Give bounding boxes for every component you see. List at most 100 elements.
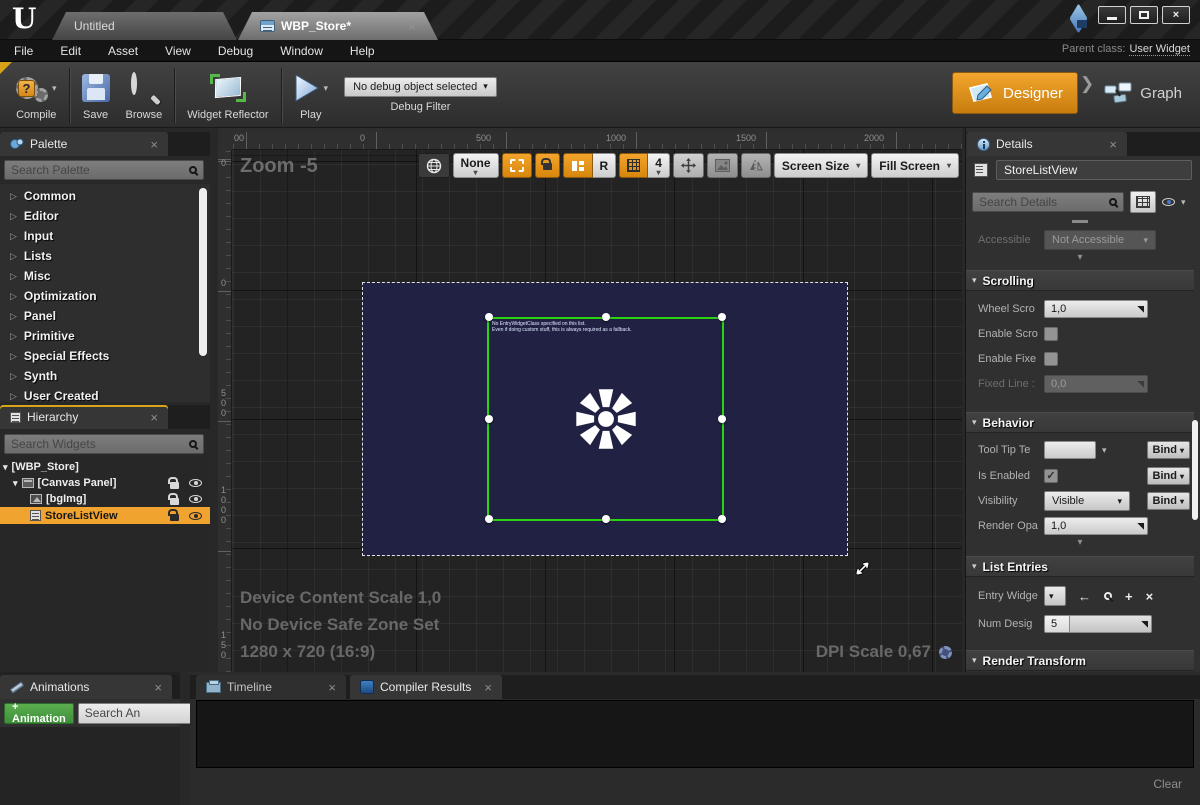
palette-search[interactable] [4, 160, 204, 180]
enable-scroll-checkbox[interactable] [1044, 327, 1058, 341]
resize-handle-topleft[interactable] [485, 313, 493, 321]
accessible-dropdown[interactable]: Not Accessible ▾ [1044, 230, 1156, 250]
animations-list-empty[interactable] [0, 727, 180, 805]
maximize-button[interactable] [1130, 6, 1158, 24]
close-icon[interactable]: × [328, 681, 336, 694]
entry-widget-class-dropdown[interactable]: ▾ [1044, 586, 1066, 606]
graph-mode-button[interactable]: Graph [1096, 72, 1190, 114]
aspect-ratio-dropdown[interactable]: None ▾ [453, 153, 499, 178]
palette-category-special-effects[interactable]: ▷Special Effects [2, 346, 192, 366]
menu-asset[interactable]: Asset [108, 44, 138, 58]
preview-background-button[interactable] [707, 153, 738, 178]
hierarchy-item-canvas-panel[interactable]: ▾ [Canvas Panel] [0, 475, 210, 491]
details-scrollbar[interactable] [1192, 420, 1198, 520]
tab-hierarchy[interactable]: Hierarchy × [0, 405, 168, 429]
transform-mode-button[interactable] [673, 153, 704, 178]
hierarchy-search[interactable] [4, 434, 204, 454]
palette-category-panel[interactable]: ▷Panel [2, 306, 192, 326]
is-enabled-bind-button[interactable]: Bind▾ [1147, 467, 1190, 485]
lock-widgets-button[interactable] [535, 153, 560, 178]
palette-category-common[interactable]: ▷Common [2, 186, 192, 206]
flip-preview-button[interactable] [741, 153, 771, 178]
screen-size-dropdown[interactable]: Screen Size ▾ [774, 153, 868, 178]
visibility-eye-icon[interactable] [189, 495, 202, 503]
details-search-input[interactable] [979, 195, 1103, 209]
lock-icon[interactable] [170, 514, 179, 521]
close-icon[interactable]: × [484, 681, 492, 694]
close-icon[interactable]: × [1109, 138, 1117, 151]
section-render-transform[interactable]: ▾ Render Transform [966, 650, 1194, 671]
resize-handle-bottom[interactable] [602, 515, 610, 523]
resize-handle-bottomright[interactable] [718, 515, 726, 523]
canvas-viewport[interactable]: Zoom -5 None ▾ [232, 150, 962, 672]
collapsed-splitter-grip[interactable] [1072, 220, 1088, 223]
wheel-scroll-field[interactable]: 1,0 [1044, 300, 1148, 318]
fixed-line-field[interactable]: 0,0 [1044, 375, 1148, 393]
widget-name-field[interactable]: StoreListView [996, 160, 1192, 180]
view-options-eye-icon[interactable] [1162, 198, 1175, 206]
resize-handle-bottomleft[interactable] [485, 515, 493, 523]
menu-edit[interactable]: Edit [60, 44, 81, 58]
palette-search-input[interactable] [11, 163, 183, 177]
visibility-eye-icon[interactable] [189, 512, 202, 520]
widget-reflector-button[interactable]: Widget Reflector [179, 66, 276, 125]
tab-timeline[interactable]: Timeline × [196, 675, 346, 699]
close-icon[interactable]: × [154, 681, 162, 694]
visibility-bind-button[interactable]: Bind▾ [1147, 492, 1190, 510]
hierarchy-item-root[interactable]: ▾ [WBP_Store] [0, 459, 210, 475]
compile-button[interactable]: ? ▾ Compile [8, 66, 65, 125]
tutorials-icon[interactable] [1068, 8, 1094, 32]
tooltip-bind-button[interactable]: Bind▾ [1147, 441, 1190, 459]
palette-category-optimization[interactable]: ▷Optimization [2, 286, 192, 306]
add-animation-button[interactable]: + Animation [4, 703, 74, 724]
tab-compiler-results[interactable]: Compiler Results × [350, 675, 502, 699]
chevron-expanded-icon[interactable]: ▾ [3, 462, 8, 473]
property-matrix-button[interactable] [1130, 191, 1156, 213]
visibility-dropdown[interactable]: Visible ▾ [1044, 491, 1130, 511]
debug-object-dropdown[interactable]: No debug object selected ▾ [344, 77, 497, 97]
add-element-icon[interactable]: + [1125, 589, 1133, 604]
hierarchy-search-input[interactable] [11, 437, 183, 451]
asset-tab-untitled[interactable]: Untitled [52, 12, 237, 40]
palette-category-editor[interactable]: ▷Editor [2, 206, 192, 226]
minimize-button[interactable] [1098, 6, 1126, 24]
lock-icon[interactable] [170, 498, 179, 505]
clear-log-button[interactable]: Clear [1153, 777, 1182, 791]
menu-debug[interactable]: Debug [218, 44, 253, 58]
section-behavior[interactable]: ▾ Behavior [966, 412, 1194, 433]
section-scrolling[interactable]: ▾ Scrolling [966, 270, 1194, 291]
browse-to-asset-icon[interactable] [1104, 592, 1112, 600]
visibility-eye-icon[interactable] [189, 479, 202, 487]
lock-icon[interactable] [170, 482, 179, 489]
is-enabled-checkbox[interactable]: ✓ [1044, 469, 1058, 483]
dpi-settings-gear-icon[interactable] [939, 646, 952, 659]
close-icon[interactable]: × [408, 20, 416, 33]
tooltip-text-field[interactable] [1044, 441, 1096, 459]
palette-category-primitive[interactable]: ▷Primitive [2, 326, 192, 346]
use-selected-asset-icon[interactable]: ← [1078, 589, 1091, 604]
enable-fixed-checkbox[interactable] [1044, 352, 1058, 366]
section-list-entries[interactable]: ▾ List Entries [966, 556, 1194, 577]
localization-preview-button[interactable] [418, 153, 450, 178]
outline-toggle-button[interactable] [502, 153, 532, 178]
menu-window[interactable]: Window [280, 44, 323, 58]
widget-preview-area[interactable]: No EntryWidgetClass specified on this li… [362, 282, 848, 556]
section-collapse-chevron[interactable]: ▾ [966, 252, 1194, 263]
compiler-results-log[interactable] [196, 700, 1194, 768]
respect-locks-button[interactable]: R [593, 153, 617, 178]
palette-scrollbar[interactable] [199, 188, 207, 356]
menu-help[interactable]: Help [350, 44, 375, 58]
fill-screen-dropdown[interactable]: Fill Screen ▾ [871, 153, 959, 178]
close-button[interactable]: × [1162, 6, 1190, 24]
resize-handle-topright[interactable] [718, 313, 726, 321]
clear-value-icon[interactable]: × [1146, 589, 1154, 604]
palette-category-misc[interactable]: ▷Misc [2, 266, 192, 286]
section-collapse-chevron[interactable]: ▾ [966, 537, 1194, 548]
tab-details[interactable]: Details × [967, 132, 1127, 156]
resize-handle-right[interactable] [718, 415, 726, 423]
close-icon[interactable]: × [150, 411, 158, 424]
render-opacity-field[interactable]: 1,0 [1044, 517, 1148, 535]
details-search[interactable] [972, 192, 1124, 212]
resize-handle-top[interactable] [602, 313, 610, 321]
designer-mode-button[interactable]: Designer [952, 72, 1078, 114]
